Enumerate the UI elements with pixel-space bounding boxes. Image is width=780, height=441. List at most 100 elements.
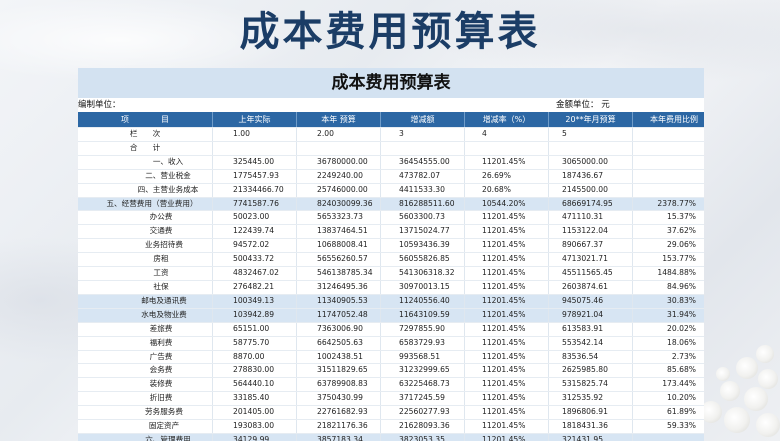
table-cell: 61.89% <box>632 405 704 421</box>
table-row: 折旧费 33185.40 3750430.99 3717245.59 11201.45%… <box>78 391 704 407</box>
table-cell: 56556260.57 <box>296 252 381 268</box>
table-row: 工资 4832467.02 546138785.34 541306318.32 1120… <box>78 266 704 281</box>
row-item-label: 业务招待费 <box>78 238 213 254</box>
table-cell: 201405.00 <box>212 405 297 421</box>
table-row: 邮电及通讯费 100349.13 11340905.53 11240556.40 112… <box>78 294 704 309</box>
row-item-label: 交通费 <box>78 224 213 240</box>
table-cell: 83536.54 <box>548 350 633 365</box>
table-cell: 321431.95 <box>548 433 633 441</box>
table-cell: 11201.45% <box>464 238 549 254</box>
table-cell: 栏 次 <box>78 127 213 142</box>
table-cell: 7741587.76 <box>212 197 297 212</box>
table-cell: 1896806.91 <box>548 405 633 421</box>
table-row: 交通费 122439.74 13837464.51 13715024.77 11201.… <box>78 224 704 240</box>
table-cell: 473782.07 <box>380 169 465 184</box>
table-cell: 21628093.36 <box>380 419 465 434</box>
table-cell: 100349.13 <box>212 294 297 309</box>
table-cell: 3823053.35 <box>380 433 465 441</box>
table-row: 六、管理费用 34129.99 3857183.34 3823053.35 11201.… <box>78 433 704 441</box>
table-cell: 36454555.00 <box>380 155 465 170</box>
table-cell: 33185.40 <box>212 391 297 407</box>
table-cell: 11201.45% <box>464 419 549 434</box>
table-cell: 1775457.93 <box>212 169 297 184</box>
table-cell: 10593436.39 <box>380 238 465 254</box>
table-row: 二、营业税金 1775457.93 2249240.00 473782.07 26.69… <box>78 169 704 184</box>
table-cell <box>632 183 704 198</box>
table-cell: 11340905.53 <box>296 294 381 309</box>
table-cell: 59.33% <box>632 419 704 434</box>
table-cell: 11201.45% <box>464 252 549 268</box>
table-cell: 10.20% <box>632 391 704 407</box>
table-cell: 29.06% <box>632 238 704 254</box>
table-cell: 11201.45% <box>464 405 549 421</box>
table-cell: 4411533.30 <box>380 183 465 198</box>
table-cell: 471110.31 <box>548 210 633 226</box>
row-item-label: 一、收入 <box>78 155 213 170</box>
table-cell: 31232999.65 <box>380 363 465 379</box>
table-cell: 276482.21 <box>212 280 297 295</box>
table-cell: 11201.45% <box>464 280 549 295</box>
budget-table: 项 目 上年实际 本年 预算 增减额 增减率（%） 20**年月预算 本年费用比… <box>78 112 704 441</box>
table-cell: 187436.67 <box>548 169 633 184</box>
table-cell: 564440.10 <box>212 377 297 393</box>
table-cell: 11201.45% <box>464 336 549 351</box>
table-cell: 993568.51 <box>380 350 465 365</box>
table-cell: 5603300.73 <box>380 210 465 226</box>
table-cell: 11201.45% <box>464 155 549 170</box>
sheet-meta: 编制单位： 金额单位： 元 <box>78 98 704 112</box>
row-item-label: 装修费 <box>78 377 213 393</box>
table-cell: 1484.88% <box>632 266 704 281</box>
table-cell: 173.44% <box>632 377 704 393</box>
row-item-label: 水电及物业费 <box>78 308 213 323</box>
column-header: 增减额 <box>380 112 465 128</box>
table-row: 福利费 58775.70 6642505.63 6583729.93 11201.45%… <box>78 336 704 351</box>
table-row: 五、经营费用（营业费用） 7741587.76 824030099.36 816288… <box>78 197 704 212</box>
table-cell: 816288511.60 <box>380 197 465 212</box>
table-cell: 11201.45% <box>464 224 549 240</box>
table-cell: 4713021.71 <box>548 252 633 268</box>
table-cell <box>632 127 704 142</box>
table-cell: 31511829.65 <box>296 363 381 379</box>
table-cell: 3717245.59 <box>380 391 465 407</box>
column-header: 项 目 <box>78 112 213 128</box>
table-cell: 36780000.00 <box>296 155 381 170</box>
table-cell: 122439.74 <box>212 224 297 240</box>
table-cell: 合 计 <box>78 141 213 156</box>
table-row: 四、主营业务成本 21334466.70 25746000.00 4411533.30… <box>78 183 704 198</box>
row-item-label: 广告费 <box>78 350 213 365</box>
table-cell: 65151.00 <box>212 322 297 337</box>
table-cell: 2.73% <box>632 350 704 365</box>
table-cell: 103942.89 <box>212 308 297 323</box>
table-cell: 31246495.36 <box>296 280 381 295</box>
column-header: 本年费用比例 <box>632 112 704 128</box>
table-cell: 10544.20% <box>464 197 549 212</box>
table-cell: 11240556.40 <box>380 294 465 309</box>
table-cell: 7297855.90 <box>380 322 465 337</box>
table-cell <box>632 155 704 170</box>
table-cell: 1002438.51 <box>296 350 381 365</box>
table-cell: 546138785.34 <box>296 266 381 281</box>
column-number-row: 栏 次 1.00 2.00 3 4 5 <box>78 127 704 142</box>
page-title: 成本费用预算表 <box>239 8 541 55</box>
table-cell: 11201.45% <box>464 377 549 393</box>
table-cell: 1818431.36 <box>548 419 633 434</box>
row-item-label: 工资 <box>78 266 213 281</box>
row-item-label: 折旧费 <box>78 391 213 407</box>
table-cell: 68669174.95 <box>548 197 633 212</box>
table-cell <box>380 141 465 156</box>
table-row: 水电及物业费 103942.89 11747052.48 11643109.59 112… <box>78 308 704 323</box>
table-cell: 20.68% <box>464 183 549 198</box>
row-item-label: 社保 <box>78 280 213 295</box>
table-cell: 11201.45% <box>464 350 549 365</box>
table-cell: 153.77% <box>632 252 704 268</box>
table-row: 房租 500433.72 56556260.57 56055826.85 11201.4… <box>78 252 704 268</box>
table-cell: 3750430.99 <box>296 391 381 407</box>
table-cell: 22761682.93 <box>296 405 381 421</box>
table-cell: 94572.02 <box>212 238 297 254</box>
table-cell: 50023.00 <box>212 210 297 226</box>
table-cell <box>632 141 704 156</box>
table-cell: 25746000.00 <box>296 183 381 198</box>
table-cell: 2249240.00 <box>296 169 381 184</box>
table-cell: 11747052.48 <box>296 308 381 323</box>
table-cell: 85.68% <box>632 363 704 379</box>
